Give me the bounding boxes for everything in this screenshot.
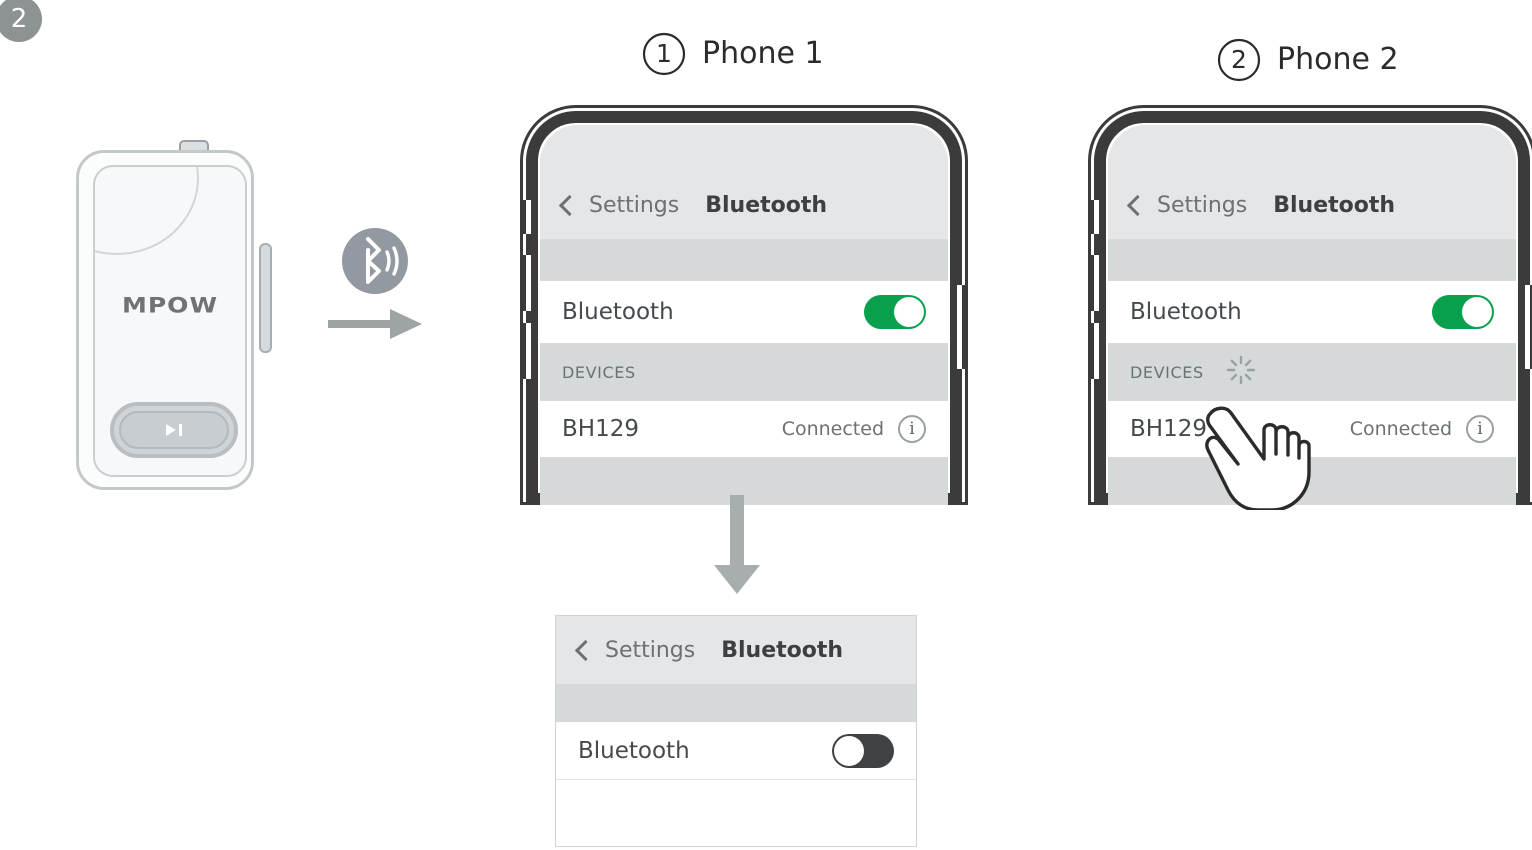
phone-2-caption: 2 Phone 2 xyxy=(1215,36,1399,84)
phone-2-gap-2 xyxy=(1108,457,1516,505)
svg-text:1: 1 xyxy=(656,39,672,68)
phone-2-device-row[interactable]: BH129 Connected i xyxy=(1108,401,1516,457)
phone-2-devices-label: DEVICES xyxy=(1130,362,1204,382)
phone-2-gap-1 xyxy=(1108,239,1516,281)
phone-1-bluetooth-row[interactable]: Bluetooth xyxy=(540,281,948,343)
svg-text:2: 2 xyxy=(1231,45,1247,74)
mpow-device: MPOW xyxy=(72,138,272,494)
phone-2-screen: Settings Bluetooth Bluetooth DEVICES BH1… xyxy=(1108,125,1516,505)
phone-2-device-name: BH129 xyxy=(1130,416,1207,442)
marker-circle-2: 2 xyxy=(1217,38,1261,82)
info-icon[interactable]: i xyxy=(898,415,926,443)
phone-1-device: Settings Bluetooth Bluetooth DEVICES BH1… xyxy=(520,105,968,505)
phone-2-volume-down-button xyxy=(1091,323,1102,379)
phone-1-devices-header: DEVICES xyxy=(540,343,948,401)
phone-1-devices-label: DEVICES xyxy=(562,362,636,382)
bottom-bluetooth-row[interactable]: Bluetooth xyxy=(556,722,916,780)
phone-1-mute-switch xyxy=(523,200,534,234)
bluetooth-broadcast-icon xyxy=(342,228,408,294)
phone-1-page-title: Bluetooth xyxy=(705,192,828,218)
phone-1-screen: Settings Bluetooth Bluetooth DEVICES BH1… xyxy=(540,125,948,505)
phone-1-bluetooth-label: Bluetooth xyxy=(562,299,674,325)
phone-2-bluetooth-label: Bluetooth xyxy=(1130,299,1242,325)
phone-2-navbar: Settings Bluetooth xyxy=(1108,125,1516,239)
phone-1-power-button xyxy=(954,285,965,369)
phone-2-page-title: Bluetooth xyxy=(1273,192,1396,218)
play-pause-icon xyxy=(166,424,182,436)
bottom-navbar: Settings Bluetooth xyxy=(556,616,916,684)
chevron-left-icon[interactable] xyxy=(558,194,581,216)
bottom-back-label[interactable]: Settings xyxy=(605,638,695,663)
phone-1-caption: 1 Phone 1 xyxy=(640,30,824,78)
phone-1-bluetooth-toggle[interactable] xyxy=(864,295,926,329)
phone-1-volume-up-button xyxy=(523,255,534,311)
phone-1-volume-down-button xyxy=(523,323,534,379)
marker-circle-1: 1 xyxy=(642,32,686,76)
phone-2-label: Phone 2 xyxy=(1277,42,1399,77)
arrow-down-icon xyxy=(710,495,764,595)
phone-2-power-button xyxy=(1522,285,1532,369)
phone-1-device-name: BH129 xyxy=(562,416,639,442)
bottom-bluetooth-toggle[interactable] xyxy=(832,733,894,768)
device-play-pause-inner xyxy=(119,411,229,449)
phone-2-bluetooth-row[interactable]: Bluetooth xyxy=(1108,281,1516,343)
phone-2-bluetooth-settings: Settings Bluetooth Bluetooth DEVICES BH1… xyxy=(1108,125,1516,505)
chevron-left-icon[interactable] xyxy=(574,639,597,661)
phone-1-bluetooth-settings: Settings Bluetooth Bluetooth DEVICES BH1… xyxy=(540,125,948,505)
phone-2-bluetooth-toggle[interactable] xyxy=(1432,295,1494,329)
device-play-pause-button xyxy=(110,402,238,458)
phone-2-mute-switch xyxy=(1091,200,1102,234)
phone-1-gap-1 xyxy=(540,239,948,281)
phone-1-navbar: Settings Bluetooth xyxy=(540,125,948,239)
chevron-left-icon[interactable] xyxy=(1126,194,1149,216)
phone-2-devices-header: DEVICES xyxy=(1108,343,1516,401)
device-body: MPOW xyxy=(76,150,272,490)
device-arc-decor xyxy=(95,167,199,255)
info-icon[interactable]: i xyxy=(1466,415,1494,443)
phone-2-volume-up-button xyxy=(1091,255,1102,311)
device-brand-logo: MPOW xyxy=(121,293,219,318)
phone-1-back-label[interactable]: Settings xyxy=(589,193,679,218)
illustration-canvas: 2 MPOW 1 Phone 1 Settings Bluetooth Blue… xyxy=(0,0,1532,850)
phone-2-back-label[interactable]: Settings xyxy=(1157,193,1247,218)
bottom-bluetooth-label: Bluetooth xyxy=(578,737,690,764)
phone-1-label: Phone 1 xyxy=(702,36,824,71)
loading-spinner-icon xyxy=(1226,355,1256,389)
phone-1-device-status: Connected xyxy=(781,418,884,440)
phone-1-device-row[interactable]: BH129 Connected i xyxy=(540,401,948,457)
phone-2-device-status: Connected xyxy=(1349,418,1452,440)
bottom-page-title: Bluetooth xyxy=(721,637,844,663)
bluetooth-off-panel: Settings Bluetooth Bluetooth xyxy=(555,615,917,847)
phone-2-device: Settings Bluetooth Bluetooth DEVICES BH1… xyxy=(1088,105,1532,505)
arrow-right-icon xyxy=(328,305,423,343)
step-number-badge: 2 xyxy=(0,0,42,42)
bottom-gap-1 xyxy=(556,684,916,722)
step-number-text: 2 xyxy=(10,4,28,34)
bottom-empty-area xyxy=(556,780,916,846)
